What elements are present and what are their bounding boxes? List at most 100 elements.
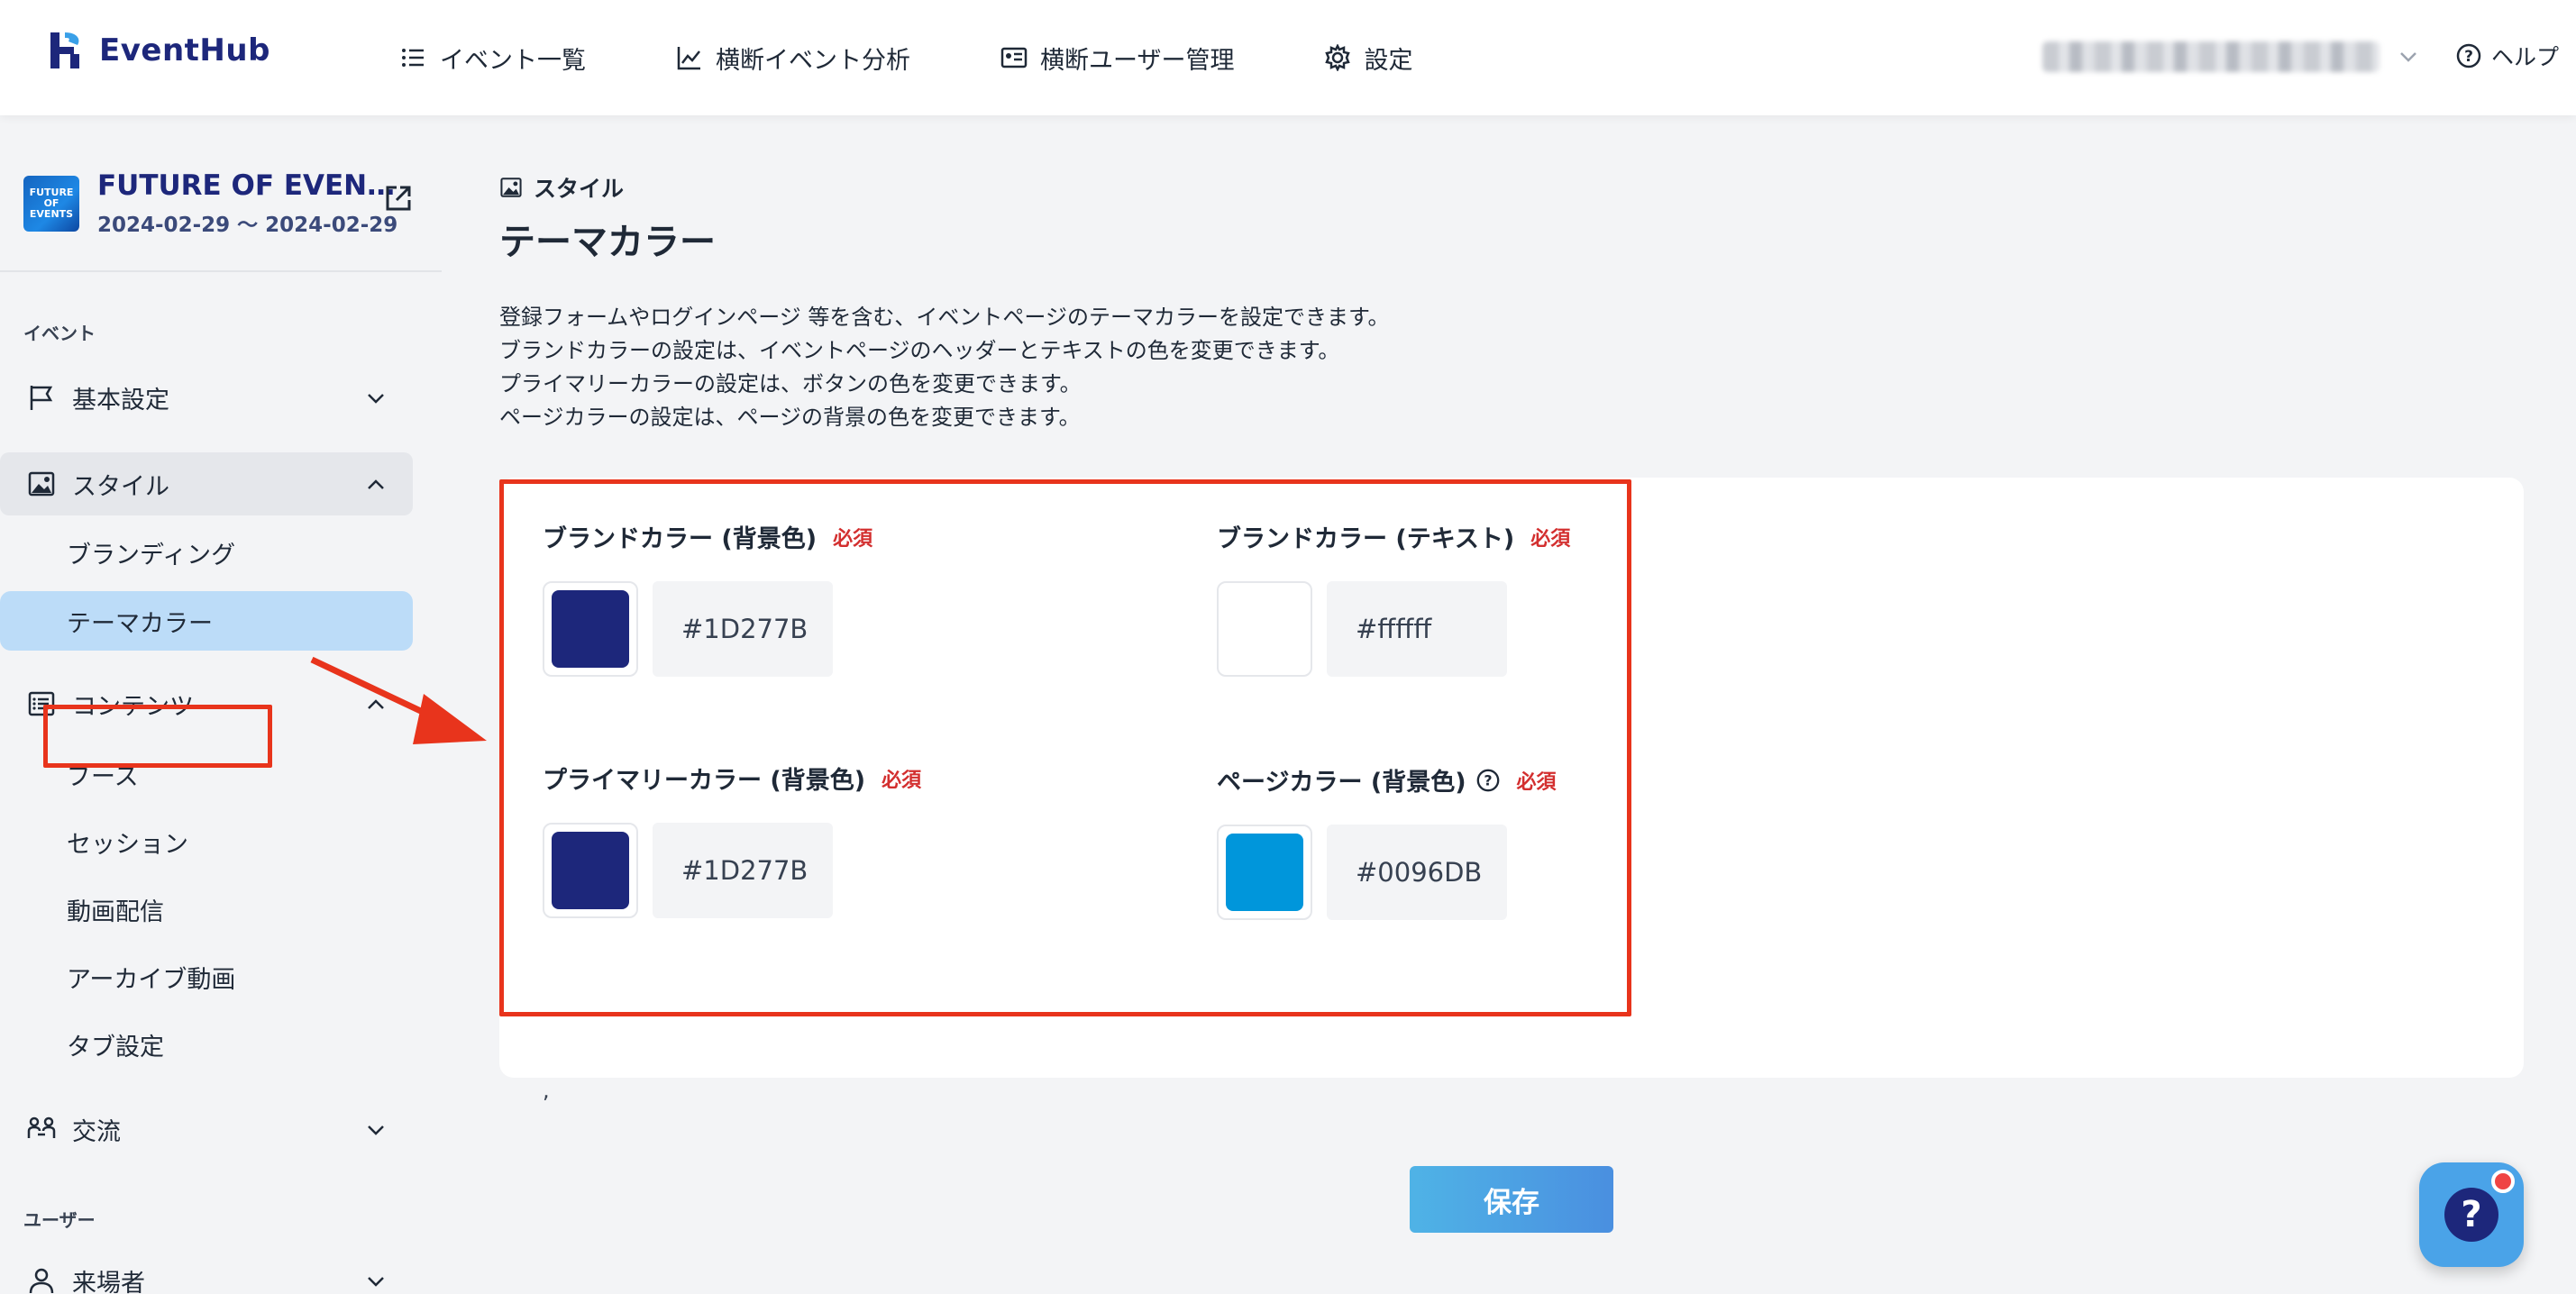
sidebar-subitem-branding[interactable]: ブランディング xyxy=(0,523,413,582)
sidebar-subitem-archive[interactable]: アーカイブ動画 xyxy=(0,947,413,1007)
color-hex-input[interactable]: #1D277B xyxy=(653,581,833,677)
color-hex-input[interactable]: #1D277B xyxy=(653,823,833,918)
help-bubble-icon: ? xyxy=(2444,1188,2498,1242)
chevron-down-icon xyxy=(368,1125,384,1135)
color-swatch-picker[interactable] xyxy=(1217,825,1312,920)
color-swatch xyxy=(552,832,629,909)
stray-text: , xyxy=(543,1078,550,1103)
sidebar-item-label: タブ設定 xyxy=(67,1033,164,1062)
main-nav: イベント一覧 横断イベント分析 横断ユーザー管理 設定 xyxy=(400,0,1503,115)
event-thumbnail: FUTURE OF EVENTS xyxy=(23,176,79,232)
sidebar-subitem-video[interactable]: 動画配信 xyxy=(0,879,413,939)
sidebar-item-label: 動画配信 xyxy=(67,898,164,926)
sidebar-item-label: セッション xyxy=(67,830,188,859)
sidebar-item-label: ブランディング xyxy=(67,541,236,570)
id-card-icon xyxy=(1000,47,1028,68)
sidebar-subitem-tabs[interactable]: タブ設定 xyxy=(0,1015,413,1074)
field-label: プライマリーカラー (背景色) xyxy=(543,767,866,795)
question-circle-icon: ? xyxy=(2456,43,2481,68)
chevron-up-icon xyxy=(368,479,384,489)
brand-text-color-field: ブランドカラー (テキスト) 必須 #ffffff xyxy=(1217,519,1570,677)
external-link-icon[interactable] xyxy=(382,182,415,214)
page-title: テーマカラー xyxy=(499,222,716,263)
color-swatch-picker[interactable] xyxy=(1217,581,1312,677)
image-icon xyxy=(500,178,522,197)
field-label: ブランドカラー (背景色) xyxy=(543,525,818,553)
page-bg-color-field: ページカラー (背景色) ? 必須 #0096DB xyxy=(1217,762,1557,920)
sidebar-item-exchange[interactable]: 交流 xyxy=(0,1098,413,1161)
nav-event-list[interactable]: イベント一覧 xyxy=(400,41,586,76)
account-name-blurred xyxy=(2042,41,2380,72)
nav-user-management[interactable]: 横断ユーザー管理 xyxy=(1000,41,1234,76)
sidebar-item-visitors[interactable]: 来場者 xyxy=(0,1249,413,1294)
breadcrumb: スタイル xyxy=(499,171,624,204)
event-card[interactable]: FUTURE OF EVENTS FUTURE OF EVEN… 2024-02… xyxy=(23,169,397,238)
section-label-event: イベント xyxy=(23,323,96,344)
color-hex-input[interactable]: #ffffff xyxy=(1327,581,1507,677)
field-label: ブランドカラー (テキスト) xyxy=(1217,525,1515,553)
sidebar-item-label: アーカイブ動画 xyxy=(67,965,236,994)
annotation-arrow-icon xyxy=(310,656,487,744)
help-link[interactable]: ? ヘルプ xyxy=(2455,40,2559,72)
nav-analytics[interactable]: 横断イベント分析 xyxy=(676,41,910,76)
list-icon xyxy=(402,49,424,67)
gear-icon xyxy=(1325,44,1351,71)
nav-settings[interactable]: 設定 xyxy=(1324,41,1412,76)
description-line: プライマリーカラーの設定は、ボタンの色を変更できます。 xyxy=(499,371,1082,396)
sidebar-divider xyxy=(0,270,442,272)
description-line: ページカラーの設定は、ページの背景の色を変更できます。 xyxy=(499,405,1081,430)
color-hex-input[interactable]: #0096DB xyxy=(1327,825,1507,920)
event-title: FUTURE OF EVEN… xyxy=(97,169,396,202)
annotation-highlight-sidebar xyxy=(43,705,272,768)
save-button[interactable]: 保存 xyxy=(1410,1166,1613,1233)
image-icon xyxy=(28,471,55,497)
event-dates: 2024-02-29 〜 2024-02-29 xyxy=(97,214,398,237)
svg-text:?: ? xyxy=(1484,771,1492,788)
people-exchange-icon xyxy=(27,1116,56,1138)
sidebar-subitem-session[interactable]: セッション xyxy=(0,812,413,871)
eventhub-logo-icon xyxy=(50,32,79,68)
top-header: EventHub イベント一覧 横断イベント分析 横断ユーザー管理 設定 ? ヘ… xyxy=(0,0,2576,115)
nav-label: イベント一覧 xyxy=(440,46,586,75)
sidebar-item-label: 交流 xyxy=(72,1117,121,1146)
user-icon xyxy=(29,1268,54,1294)
chevron-down-icon xyxy=(368,394,384,404)
help-label: ヘルプ xyxy=(2491,44,2560,70)
sidebar-item-label: 来場者 xyxy=(72,1269,145,1294)
chevron-down-icon xyxy=(2400,52,2416,62)
svg-text:?: ? xyxy=(2464,48,2473,66)
color-swatch-picker[interactable] xyxy=(543,823,638,918)
question-circle-icon[interactable]: ? xyxy=(1475,768,1501,793)
nav-label: 設定 xyxy=(1364,46,1413,75)
eventhub-logo[interactable]: EventHub xyxy=(41,27,270,74)
required-badge: 必須 xyxy=(1516,770,1557,794)
nav-label: 横断ユーザー管理 xyxy=(1040,46,1235,75)
nav-label: 横断イベント分析 xyxy=(716,46,910,75)
sidebar-item-label: スタイル xyxy=(72,472,169,501)
sidebar-item-basic[interactable]: 基本設定 xyxy=(0,366,413,429)
color-swatch-picker[interactable] xyxy=(543,581,638,677)
notification-dot xyxy=(2491,1170,2515,1193)
description-line: 登録フォームやログインページ 等を含む、イベントページのテーマカラーを設定できま… xyxy=(499,305,1390,330)
brand-bg-color-field: ブランドカラー (背景色) 必須 #1D277B xyxy=(543,519,872,677)
sidebar-subitem-theme-color[interactable]: テーマカラー xyxy=(0,591,413,651)
chart-line-icon xyxy=(677,47,700,70)
flag-icon xyxy=(30,386,53,410)
required-badge: 必須 xyxy=(1530,527,1571,551)
sidebar-item-label: 基本設定 xyxy=(72,386,169,415)
section-label-user: ユーザー xyxy=(23,1209,96,1231)
primary-bg-color-field: プライマリーカラー (背景色) 必須 #1D277B xyxy=(543,761,921,918)
color-swatch xyxy=(552,590,629,668)
field-label: ページカラー (背景色) xyxy=(1217,769,1466,797)
required-badge: 必須 xyxy=(882,769,922,792)
color-swatch xyxy=(1226,834,1303,911)
color-swatch xyxy=(1226,590,1303,668)
sidebar-item-style[interactable]: スタイル xyxy=(0,452,413,515)
page-description: 登録フォームやログインページ 等を含む、イベントページのテーマカラーを設定できま… xyxy=(499,301,1390,434)
required-badge: 必須 xyxy=(833,527,873,551)
app-name: EventHub xyxy=(99,32,270,68)
breadcrumb-label: スタイル xyxy=(534,176,625,202)
account-menu[interactable] xyxy=(2042,41,2419,72)
help-chat-button[interactable]: ? xyxy=(2419,1162,2524,1267)
description-line: ブランドカラーの設定は、イベントページのヘッダーとテキストの色を変更できます。 xyxy=(499,338,1340,363)
